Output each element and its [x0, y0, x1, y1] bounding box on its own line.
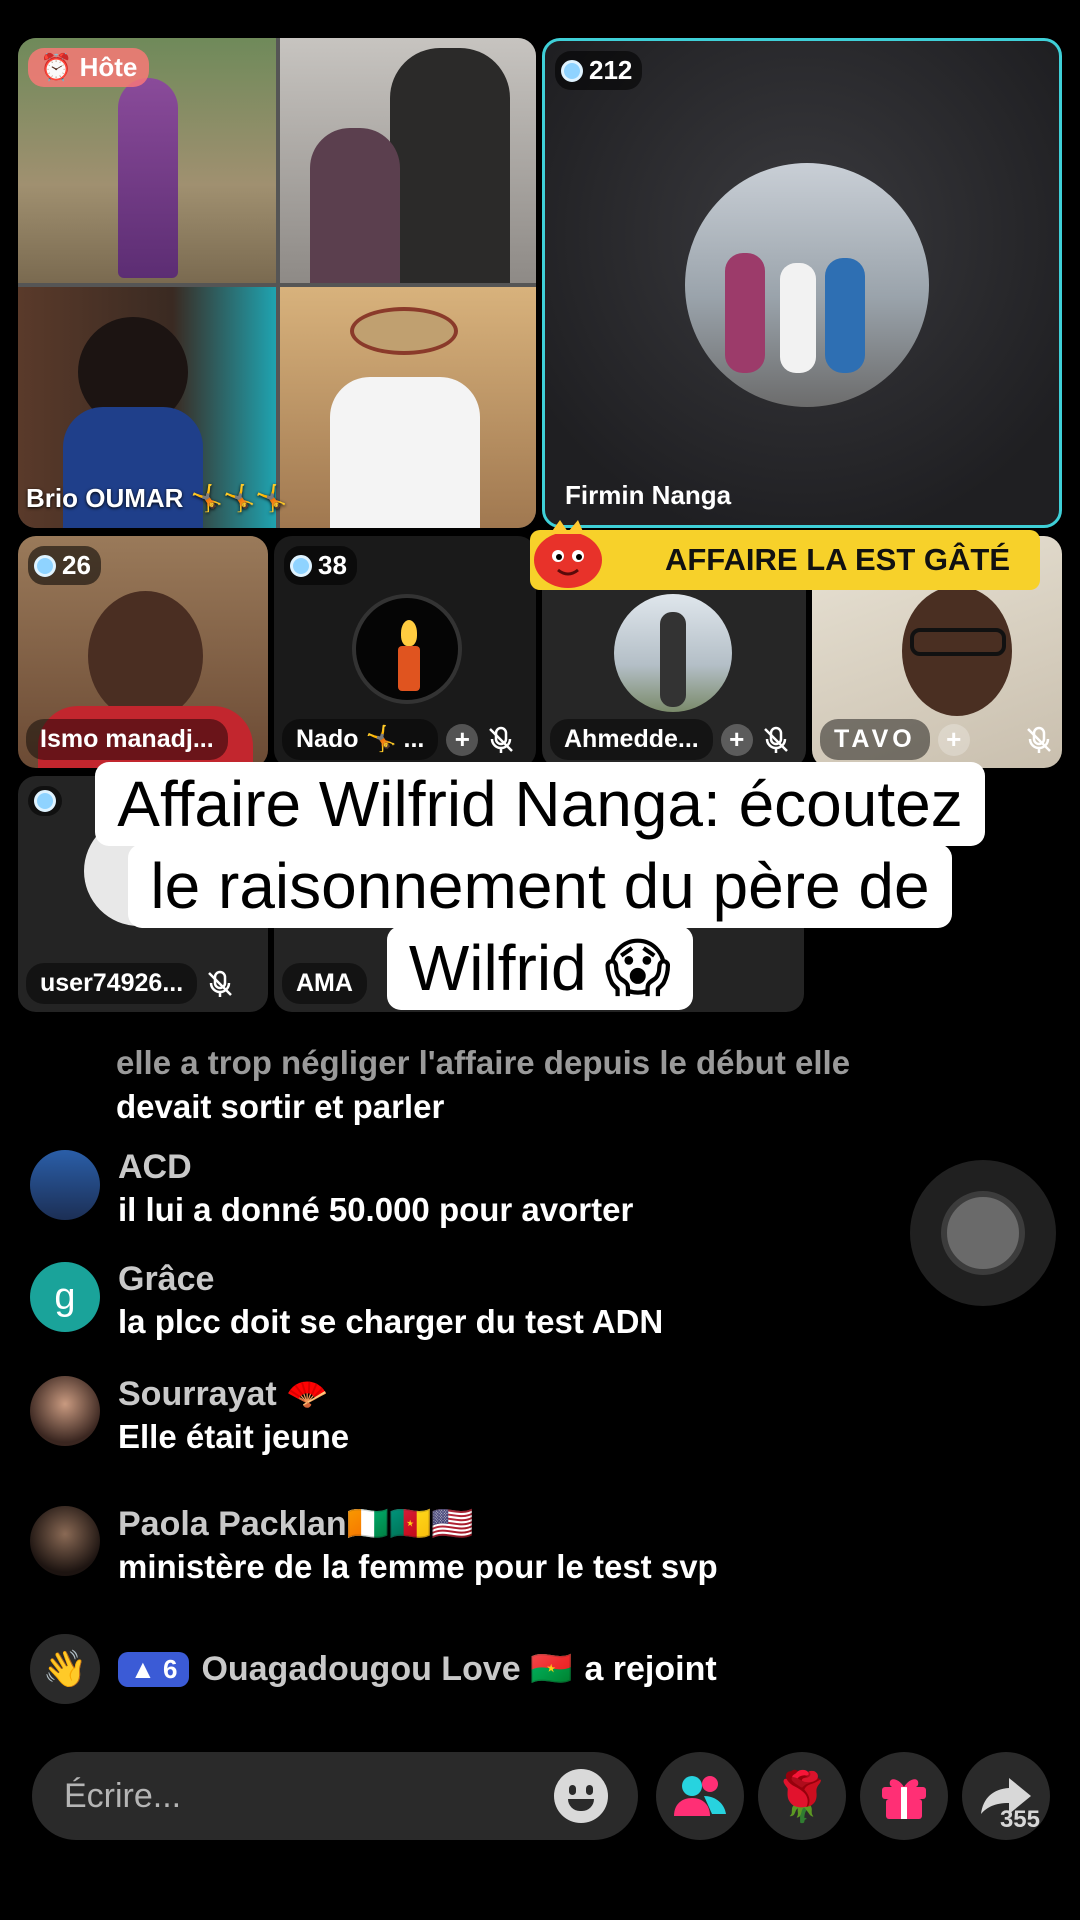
- mic-off-icon: [763, 726, 788, 753]
- comment-text: Elle était jeune: [118, 1418, 350, 1455]
- gem-icon: [290, 554, 312, 577]
- share-count: 355: [999, 1806, 1040, 1833]
- avatar: g: [30, 1262, 100, 1332]
- host-photo-2: [280, 38, 536, 283]
- hand-wave-icon: 👋: [30, 1634, 100, 1704]
- comment-item[interactable]: g Grâce la plcc doit se charger du test …: [30, 1260, 664, 1341]
- comment-author: ACD: [118, 1148, 192, 1186]
- people-icon[interactable]: [656, 1752, 744, 1840]
- plus-icon[interactable]: +: [937, 723, 970, 756]
- join-action: a rejoint: [584, 1649, 717, 1688]
- comment-input[interactable]: [62, 1775, 554, 1817]
- candle-avatar: [352, 594, 462, 704]
- comment-partial: elle a trop négliger l'affaire depuis le…: [116, 1044, 851, 1125]
- plus-icon[interactable]: +: [720, 723, 753, 756]
- avatar: [30, 1506, 100, 1576]
- featured-count: 212: [589, 55, 633, 85]
- host-badge: ⏰ Hôte: [28, 48, 150, 87]
- emoji-icon[interactable]: [554, 1769, 608, 1823]
- gem-icon: [34, 554, 56, 577]
- featured-avatar: [685, 163, 929, 407]
- speaker-3-name: Ahmedde...: [550, 719, 713, 760]
- speaker-tile-1[interactable]: 26 Ismo manadj...: [18, 536, 268, 768]
- assistive-touch-button[interactable]: [910, 1160, 1056, 1306]
- comment-item[interactable]: Paola Packlan🇨🇮🇨🇲🇺🇸 ministère de la femm…: [30, 1505, 718, 1586]
- banner-text: AFFAIRE LA EST GÂTÉ: [664, 542, 1010, 577]
- video-caption: Affaire Wilfrid Nanga: écoutez le raison…: [0, 762, 1080, 1010]
- speaker-tile-2[interactable]: 38 Nado 🤸 ... +: [274, 536, 536, 768]
- gift-icon[interactable]: [860, 1752, 948, 1840]
- avatar: [30, 1150, 100, 1220]
- speaker-2-name: Nado 🤸 ...: [282, 719, 439, 760]
- host-tile[interactable]: ⏰ Hôte Brio OUMAR 🤸🤸🤸: [18, 38, 536, 528]
- host-icon: ⏰: [40, 52, 73, 82]
- join-notice: 👋 ▲ 6 Ouagadougou Love 🇧🇫 a rejoint: [30, 1634, 717, 1704]
- gem-icon: [561, 59, 583, 82]
- comment-author: Paola Packlan🇨🇮🇨🇲🇺🇸: [118, 1505, 474, 1543]
- caption-line-3: Wilfrid 😱: [386, 926, 694, 1010]
- comment-text: ministère de la femme pour le test svp: [118, 1548, 718, 1585]
- rose-icon[interactable]: 🌹: [758, 1752, 846, 1840]
- speaker-1-badge: 26: [28, 546, 101, 585]
- speaker-2-badge: 38: [284, 546, 357, 585]
- comment-text: la plcc doit se charger du test ADN: [118, 1303, 664, 1340]
- comment-input-bar[interactable]: [32, 1752, 638, 1840]
- viewer-badge: 212: [555, 51, 643, 90]
- featured-namebar: Firmin Nanga: [565, 480, 1051, 511]
- mic-off-icon: [489, 726, 514, 753]
- speaker-1-name: Ismo manadj...: [26, 719, 228, 760]
- mascot-icon: [534, 520, 602, 588]
- avatar: [30, 1376, 100, 1446]
- host-name: Brio OUMAR 🤸🤸🤸: [26, 483, 288, 513]
- featured-name: Firmin Nanga: [565, 480, 732, 510]
- speaker-3-avatar: [614, 594, 732, 712]
- plus-icon[interactable]: +: [446, 723, 479, 756]
- caption-line-2: le raisonnement du père de: [128, 844, 952, 928]
- mic-off-icon: [1027, 726, 1051, 753]
- level-badge: ▲ 6: [118, 1651, 190, 1687]
- glasses-icon: [910, 628, 1006, 656]
- host-badge-label: Hôte: [79, 52, 138, 82]
- comment-author: Sourrayat 🪭: [118, 1375, 329, 1413]
- comment-item[interactable]: ACD il lui a donné 50.000 pour avorter: [30, 1148, 634, 1229]
- speaker-1-face: [88, 591, 203, 721]
- caption-line-1: Affaire Wilfrid Nanga: écoutez: [95, 762, 985, 846]
- share-icon[interactable]: 355: [962, 1752, 1050, 1840]
- join-user: Ouagadougou Love 🇧🇫: [201, 1650, 573, 1688]
- featured-speaker-tile[interactable]: 212 Firmin Nanga: [542, 38, 1062, 528]
- comment-item[interactable]: Sourrayat 🪭 Elle était jeune: [30, 1375, 350, 1456]
- host-namebar: Brio OUMAR 🤸🤸🤸: [26, 483, 528, 514]
- comment-text: il lui a donné 50.000 pour avorter: [118, 1191, 634, 1228]
- comment-author: Grâce: [118, 1260, 215, 1298]
- speaker-4-name: TAVO: [820, 719, 930, 760]
